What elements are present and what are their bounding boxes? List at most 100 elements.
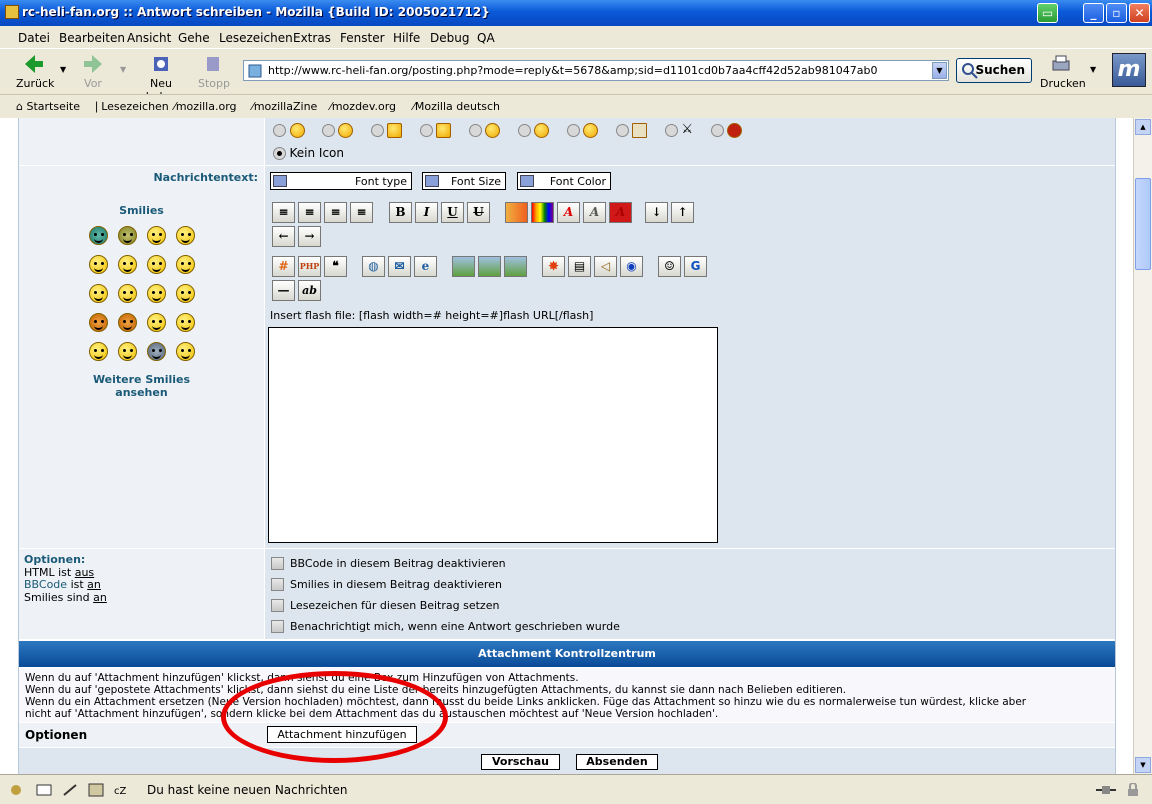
- text-style-icon[interactable]: ab: [298, 280, 321, 301]
- align-right-icon[interactable]: ≡: [298, 202, 321, 223]
- url-bar[interactable]: ▼: [243, 60, 949, 81]
- google-icon[interactable]: G: [684, 256, 707, 277]
- post-icon-radio[interactable]: [664, 123, 678, 137]
- forward-dropdown-icon[interactable]: ▼: [120, 65, 126, 74]
- url-input[interactable]: [268, 63, 928, 78]
- bookmark-startseite[interactable]: ⌂ Startseite: [16, 100, 80, 113]
- url-dropdown-icon[interactable]: ▼: [932, 62, 947, 79]
- menu-debug[interactable]: Debug: [430, 31, 469, 45]
- grin-smiley-icon[interactable]: [89, 226, 108, 245]
- arrow-right-icon[interactable]: →: [298, 226, 321, 247]
- image-left-icon[interactable]: [504, 256, 527, 277]
- arrow-left-icon[interactable]: ←: [272, 226, 295, 247]
- minimize-button[interactable]: _: [1083, 3, 1104, 23]
- post-icon-radio[interactable]: [615, 123, 629, 137]
- menu-datei[interactable]: Datei: [18, 31, 50, 45]
- video-icon[interactable]: ▤: [568, 256, 591, 277]
- scroll-up-icon[interactable]: ▲: [1135, 119, 1151, 135]
- fade-icon[interactable]: [505, 202, 528, 223]
- menu-fenster[interactable]: Fenster: [340, 31, 385, 45]
- menu-bearbeiten[interactable]: Bearbeiten: [59, 31, 125, 45]
- bookmark-mozillazine[interactable]: ⁄mozillaZine: [252, 100, 317, 113]
- bookmark-post-checkbox[interactable]: [271, 599, 284, 612]
- mail-icon[interactable]: [36, 783, 52, 797]
- eek-smiley-icon[interactable]: [89, 255, 108, 274]
- shadow-icon[interactable]: A: [583, 202, 606, 223]
- sad-smiley-icon[interactable]: [147, 226, 166, 245]
- email-link-icon[interactable]: ✉: [388, 256, 411, 277]
- post-icon-radio[interactable]: [370, 123, 384, 137]
- search-button[interactable]: Suchen: [956, 58, 1032, 83]
- emoticon-icon[interactable]: ☺: [658, 256, 681, 277]
- post-icon-radio[interactable]: [468, 123, 482, 137]
- arrow-smiley-icon[interactable]: [176, 342, 195, 361]
- menu-hilfe[interactable]: Hilfe: [393, 31, 420, 45]
- rolleyes-smiley-icon[interactable]: [147, 313, 166, 332]
- cool-smiley-icon[interactable]: [147, 255, 166, 274]
- menu-extras[interactable]: Extras: [293, 31, 331, 45]
- close-button[interactable]: ✕: [1129, 3, 1150, 23]
- menu-gehe[interactable]: Gehe: [178, 31, 210, 45]
- exclaim-smiley-icon[interactable]: [89, 342, 108, 361]
- more-smilies-link[interactable]: Weitere Smilies ansehen: [79, 373, 204, 399]
- vertical-scrollbar[interactable]: ▲ ▼: [1133, 118, 1152, 774]
- font-type-select[interactable]: Font type: [270, 172, 412, 190]
- menu-qa[interactable]: QA: [477, 31, 495, 45]
- align-left-icon[interactable]: ≡: [272, 202, 295, 223]
- underline-icon[interactable]: U: [441, 202, 464, 223]
- embarrassed-smiley-icon[interactable]: [147, 284, 166, 303]
- submit-button[interactable]: Absenden: [576, 754, 658, 770]
- question-smiley-icon[interactable]: [118, 342, 137, 361]
- mad-smiley-icon[interactable]: [89, 284, 108, 303]
- notify-reply-checkbox[interactable]: [271, 620, 284, 633]
- italic-icon[interactable]: I: [415, 202, 438, 223]
- font-size-select[interactable]: Font Size: [422, 172, 506, 190]
- disable-smilies-checkbox[interactable]: [271, 578, 284, 591]
- menu-lesezeichen[interactable]: Lesezeichen: [219, 31, 293, 45]
- post-icon-radio[interactable]: [710, 123, 724, 137]
- bold-icon[interactable]: B: [389, 202, 412, 223]
- bookmark-mozilla-org[interactable]: ⁄mozilla.org: [174, 100, 237, 113]
- ie-link-icon[interactable]: e: [414, 256, 437, 277]
- spoiler-eye-icon[interactable]: ◉: [620, 256, 643, 277]
- menu-ansicht[interactable]: Ansicht: [127, 31, 171, 45]
- subscript-arrow-down-icon[interactable]: ↓: [645, 202, 668, 223]
- rainbow-icon[interactable]: [531, 202, 554, 223]
- bookmark-mozilla-deutsch[interactable]: ⁄Mozilla deutsch: [413, 100, 500, 113]
- code-hash-icon[interactable]: #: [272, 256, 295, 277]
- composer-icon[interactable]: [62, 783, 78, 797]
- highlight-icon[interactable]: A: [609, 202, 632, 223]
- alien-smiley-icon[interactable]: [147, 342, 166, 361]
- address-book-icon[interactable]: [88, 783, 104, 797]
- post-icon-radio[interactable]: [517, 123, 531, 137]
- post-icon-radio[interactable]: [273, 123, 286, 137]
- smile-smiley-icon[interactable]: [176, 313, 195, 332]
- disable-bbcode-checkbox[interactable]: [271, 557, 284, 570]
- image-icon[interactable]: [452, 256, 475, 277]
- twisted-smiley-icon[interactable]: [118, 313, 137, 332]
- post-icon-radio[interactable]: [566, 123, 580, 137]
- maximize-button[interactable]: ▫: [1106, 3, 1127, 23]
- align-justify-icon[interactable]: ≡: [350, 202, 373, 223]
- bookmark-lesezeichen[interactable]: ❘Lesezeichen: [92, 100, 169, 113]
- post-icon-radio[interactable]: [321, 123, 335, 137]
- print-dropdown-icon[interactable]: ▼: [1090, 65, 1096, 74]
- glow-icon[interactable]: A: [557, 202, 580, 223]
- superscript-arrow-up-icon[interactable]: ↑: [671, 202, 694, 223]
- chatzilla-icon[interactable]: cZ: [113, 783, 129, 797]
- message-textarea[interactable]: [268, 327, 718, 543]
- post-icon-radio[interactable]: [419, 123, 433, 137]
- resize-icon[interactable]: ▭: [1037, 3, 1058, 23]
- mozilla-logo-icon[interactable]: m: [1112, 53, 1146, 87]
- razz-smiley-icon[interactable]: [118, 284, 137, 303]
- lol-smiley-icon[interactable]: [176, 255, 195, 274]
- no-icon-option[interactable]: Kein Icon: [273, 146, 344, 160]
- sound-icon[interactable]: ◁: [594, 256, 617, 277]
- strike-icon[interactable]: U: [467, 202, 490, 223]
- back-dropdown-icon[interactable]: ▼: [60, 65, 66, 74]
- cry-smiley-icon[interactable]: [176, 284, 195, 303]
- horizontal-rule-icon[interactable]: —: [272, 280, 295, 301]
- flash-icon[interactable]: ✸: [542, 256, 565, 277]
- print-button[interactable]: Drucken: [1040, 53, 1086, 90]
- confused-smiley-icon[interactable]: [118, 255, 137, 274]
